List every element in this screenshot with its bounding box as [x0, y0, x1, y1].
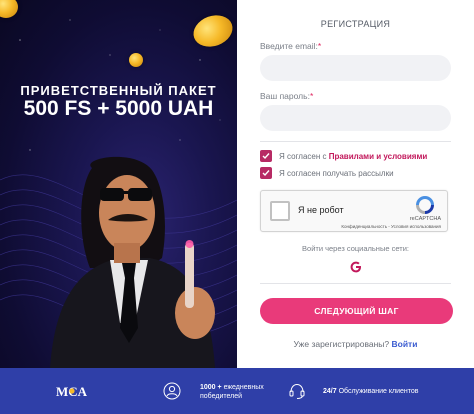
email-label: Введите email:*: [260, 41, 321, 51]
next-step-button[interactable]: СЛЕДУЮЩИЙ ШАГ: [260, 298, 453, 324]
promo-title: ПРИВЕТСТВЕННЫЙ ПАКЕТ: [20, 83, 217, 98]
divider: [260, 283, 451, 284]
required-mark: *: [317, 41, 322, 51]
terms-checkbox[interactable]: [260, 150, 272, 162]
terms-text: Я согласен с Правилами и условиями: [279, 152, 427, 161]
promo-panel: ПРИВЕТСТВЕННЫЙ ПАКЕТ 500 FS + 5000 UAH: [0, 0, 237, 368]
required-mark: *: [309, 91, 314, 101]
recaptcha-label: Я не робот: [298, 205, 344, 215]
winners-text-line1: ежедневных: [223, 384, 264, 391]
login-row: Уже зарегистрированы? Войти: [237, 339, 474, 349]
winners-info: 1000 + ежедневных победителей: [200, 383, 264, 401]
newsletter-text: Я согласен получать рассылки: [279, 168, 394, 178]
newsletter-checkbox[interactable]: [260, 167, 272, 179]
google-icon[interactable]: [350, 261, 362, 273]
login-link[interactable]: Войти: [392, 339, 418, 349]
support-info: 24/7 Обслуживание клиентов: [323, 387, 419, 396]
newsletter-checkbox-row: Я согласен получать рассылки: [260, 167, 394, 179]
support-text: Обслуживание клиентов: [338, 388, 419, 395]
password-label-text: Ваш пароль:: [260, 91, 310, 101]
site-logo: MCA: [56, 384, 87, 399]
social-login-label: Войти через социальные сети:: [302, 244, 409, 253]
recaptcha-checkbox[interactable]: [270, 201, 290, 221]
winners-count: 1000 +: [200, 384, 222, 391]
support-hours: 24/7: [323, 388, 337, 395]
promo-bonus: 500 FS + 5000 UAH: [23, 97, 214, 120]
person-icon: [163, 382, 181, 400]
form-title: РЕГИСТРАЦИЯ: [320, 19, 391, 29]
divider: [260, 141, 451, 142]
coin-icon: [129, 53, 143, 67]
password-label: Ваш пароль:*: [260, 91, 313, 101]
recaptcha-brand: reCAPTCHA: [409, 216, 441, 222]
recaptcha-icon: [416, 196, 434, 214]
terms-checkbox-row: Я согласен с Правилами и условиями: [260, 150, 427, 162]
terms-link[interactable]: Правилами и условиями: [329, 152, 428, 161]
promo-character-image: [50, 156, 215, 368]
password-field[interactable]: [260, 105, 451, 131]
recaptcha-links[interactable]: Конфиденциальность - Условия использован…: [341, 224, 441, 229]
registration-form: РЕГИСТРАЦИЯ Введите email:* Ваш пароль:*…: [237, 0, 474, 368]
bottom-bar: MCA 1000 + ежедневных победителей 24/7 О…: [0, 368, 474, 414]
email-field[interactable]: [260, 55, 451, 81]
checkmark-icon: [262, 153, 270, 160]
email-label-text: Введите email:: [260, 41, 318, 51]
recaptcha-widget: Я не робот reCAPTCHA Конфиденциальность …: [260, 190, 448, 232]
terms-text-prefix: Я согласен с: [279, 151, 329, 161]
checkmark-icon: [262, 170, 270, 177]
winners-text-line2: победителей: [200, 393, 243, 400]
headset-icon: [289, 383, 305, 399]
login-prompt: Уже зарегистрированы?: [293, 339, 390, 349]
